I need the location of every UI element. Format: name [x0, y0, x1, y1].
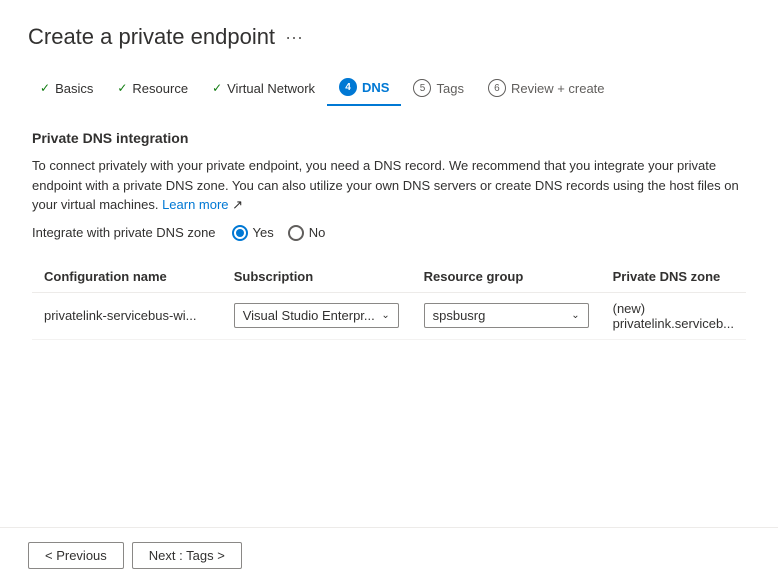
check-icon-virtual-network: ✓ [212, 81, 222, 95]
subscription-dropdown[interactable]: Visual Studio Enterpr... ⌄ [234, 303, 399, 328]
wizard-step-dns[interactable]: 4 DNS [327, 70, 401, 106]
resource-group-dropdown[interactable]: spsbusrg ⌄ [424, 303, 589, 328]
radio-group: Yes No [232, 225, 326, 241]
wizard-step-basics-label: Basics [55, 81, 93, 96]
cell-subscription: Visual Studio Enterpr... ⌄ [222, 292, 412, 339]
wizard-step-basics[interactable]: ✓ Basics [28, 73, 105, 104]
content-area: Private DNS integration To connect priva… [28, 130, 750, 340]
wizard-step-virtual-network[interactable]: ✓ Virtual Network [200, 73, 327, 104]
page-title-container: Create a private endpoint ··· [28, 24, 750, 50]
integrate-row: Integrate with private DNS zone Yes No [32, 225, 746, 241]
learn-more-link[interactable]: Learn more [162, 197, 228, 212]
radio-option-no[interactable]: No [288, 225, 326, 241]
cell-config-name: privatelink-servicebus-wi... [32, 292, 222, 339]
wizard-step-review-create[interactable]: 6 Review + create [476, 71, 617, 105]
wizard-step-virtual-network-label: Virtual Network [227, 81, 315, 96]
wizard-step-tags[interactable]: 5 Tags [401, 71, 475, 105]
radio-option-yes[interactable]: Yes [232, 225, 274, 241]
footer-bar: < Previous Next : Tags > [0, 527, 778, 583]
check-icon-resource: ✓ [117, 81, 127, 95]
subscription-dropdown-arrow: ⌄ [381, 310, 389, 321]
step-circle-dns: 4 [339, 78, 357, 96]
radio-yes-input[interactable] [232, 225, 248, 241]
previous-button[interactable]: < Previous [28, 542, 124, 569]
description-text: To connect privately with your private e… [32, 156, 746, 215]
col-header-subscription: Subscription [222, 261, 412, 293]
wizard-step-dns-label: DNS [362, 80, 389, 95]
resource-group-dropdown-arrow: ⌄ [571, 310, 579, 321]
subscription-dropdown-value: Visual Studio Enterpr... [243, 308, 375, 323]
table-row: privatelink-servicebus-wi... Visual Stud… [32, 292, 746, 339]
wizard-step-resource-label: Resource [132, 81, 188, 96]
integrate-label: Integrate with private DNS zone [32, 225, 216, 240]
radio-no-input[interactable] [288, 225, 304, 241]
dns-table: Configuration name Subscription Resource… [32, 261, 746, 340]
radio-no-label: No [309, 225, 326, 240]
col-header-resource-group: Resource group [412, 261, 601, 293]
col-header-config: Configuration name [32, 261, 222, 293]
col-header-private-dns-zone: Private DNS zone [601, 261, 746, 293]
next-button[interactable]: Next : Tags > [132, 542, 242, 569]
more-options-icon[interactable]: ··· [285, 27, 303, 48]
wizard-step-resource[interactable]: ✓ Resource [105, 73, 200, 104]
resource-group-dropdown-value: spsbusrg [433, 308, 486, 323]
step-circle-review: 6 [488, 79, 506, 97]
step-circle-tags: 5 [413, 79, 431, 97]
table-header-row: Configuration name Subscription Resource… [32, 261, 746, 293]
cell-resource-group: spsbusrg ⌄ [412, 292, 601, 339]
wizard-step-review-label: Review + create [511, 81, 605, 96]
page-title: Create a private endpoint [28, 24, 275, 50]
external-link-icon: ↗ [232, 197, 243, 212]
wizard-step-tags-label: Tags [436, 81, 463, 96]
section-title: Private DNS integration [32, 130, 746, 146]
cell-private-dns-zone: (new) privatelink.serviceb... [601, 292, 746, 339]
check-icon-basics: ✓ [40, 81, 50, 95]
wizard-steps: ✓ Basics ✓ Resource ✓ Virtual Network 4 … [28, 70, 750, 106]
radio-yes-label: Yes [253, 225, 274, 240]
